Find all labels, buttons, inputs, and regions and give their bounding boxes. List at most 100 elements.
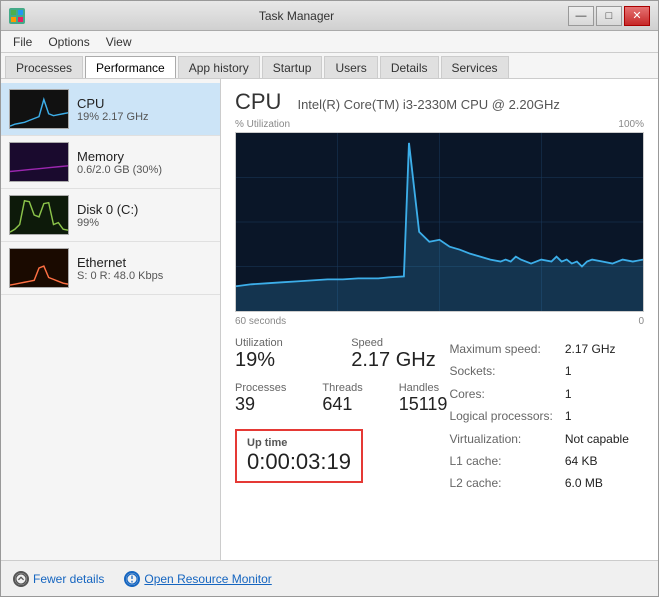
close-button[interactable]: ✕ [624,6,650,26]
cpu-name: CPU [77,96,212,111]
tab-app-history[interactable]: App history [178,56,260,78]
cpu-subtitle: Intel(R) Core(TM) i3-2330M CPU @ 2.20GHz [297,97,559,112]
detail-l1-cache: L1 cache: 64 KB [449,451,628,471]
utilization-block: Utilization 19% [235,337,331,372]
resource-disk[interactable]: Disk 0 (C:) 99% [1,189,220,242]
maximize-button[interactable]: □ [596,6,622,26]
l1-cache-label: L1 cache: [449,451,562,471]
details-table: Maximum speed: 2.17 GHz Sockets: 1 Cores… [447,337,630,496]
tab-services[interactable]: Services [441,56,509,78]
disk-name: Disk 0 (C:) [77,202,212,217]
window-title: Task Manager [25,9,568,23]
sockets-label: Sockets: [449,361,562,381]
resource-cpu[interactable]: CPU 19% 2.17 GHz [1,83,220,136]
tabs-bar: Processes Performance App history Startu… [1,53,658,79]
cpu-value: 19% 2.17 GHz [77,111,212,123]
chart-util-label: % Utilization [235,119,290,130]
menu-file[interactable]: File [5,33,40,51]
ethernet-mini-chart [9,248,69,288]
proc-thread-handle-row: Processes 39 Threads 641 Handles 15119 [235,382,447,415]
resource-memory[interactable]: Memory 0.6/2.0 GB (30%) [1,136,220,189]
resource-monitor-icon [124,571,140,587]
cpu-chart [235,132,644,312]
fewer-details-button[interactable]: Fewer details [13,571,104,587]
chart-label-bottom: 60 seconds 0 [235,316,644,327]
menu-bar: File Options View [1,31,658,53]
speed-block: Speed 2.17 GHz [351,337,447,372]
util-speed-row: Utilization 19% Speed 2.17 GHz [235,337,447,372]
ethernet-name: Ethernet [77,255,212,270]
l1-cache-value: 64 KB [565,451,629,471]
detail-logical-processors: Logical processors: 1 [449,406,628,426]
detail-virtualization: Virtualization: Not capable [449,429,628,449]
main-stats: Utilization 19% Speed 2.17 GHz [235,337,644,496]
chart-label-top: % Utilization 100% [235,119,644,130]
virtualization-label: Virtualization: [449,429,562,449]
tab-details[interactable]: Details [380,56,439,78]
handles-block: Handles 15119 [399,382,448,415]
minimize-button[interactable]: — [568,6,594,26]
menu-options[interactable]: Options [40,33,97,51]
max-speed-value: 2.17 GHz [565,339,629,359]
cores-value: 1 [565,384,629,404]
ethernet-value: S: 0 R: 48.0 Kbps [77,270,212,282]
sockets-value: 1 [565,361,629,381]
speed-value: 2.17 GHz [351,349,435,372]
l2-cache-label: L2 cache: [449,473,562,493]
handles-label: Handles [399,382,448,394]
tab-performance[interactable]: Performance [85,56,176,78]
threads-value: 641 [322,394,362,415]
app-icon [9,8,25,24]
open-resource-monitor-label: Open Resource Monitor [144,572,271,586]
main-content: CPU 19% 2.17 GHz Memory 0.6/2.0 GB (30%) [1,79,658,560]
detail-cores: Cores: 1 [449,384,628,404]
virtualization-value: Not capable [565,429,629,449]
disk-info: Disk 0 (C:) 99% [77,202,212,229]
chart-100-label: 100% [618,119,644,130]
detail-max-speed: Maximum speed: 2.17 GHz [449,339,628,359]
task-manager-window: Task Manager — □ ✕ File Options View Pro… [0,0,659,597]
memory-name: Memory [77,149,212,164]
tab-startup[interactable]: Startup [262,56,323,78]
fewer-details-icon [13,571,29,587]
processes-label: Processes [235,382,286,394]
cpu-mini-chart [9,89,69,129]
uptime-label: Up time [247,437,351,449]
cpu-info: CPU 19% 2.17 GHz [77,96,212,123]
speed-label: Speed [351,337,447,349]
memory-value: 0.6/2.0 GB (30%) [77,164,212,176]
memory-info: Memory 0.6/2.0 GB (30%) [77,149,212,176]
utilization-value: 19% [235,349,331,372]
detail-sockets: Sockets: 1 [449,361,628,381]
cpu-header: CPU Intel(R) Core(TM) i3-2330M CPU @ 2.2… [235,89,644,115]
logical-processors-label: Logical processors: [449,406,562,426]
memory-mini-chart [9,142,69,182]
chart-0-label: 0 [638,316,644,327]
processes-value: 39 [235,394,286,415]
footer: Fewer details Open Resource Monitor [1,560,658,596]
cores-label: Cores: [449,384,562,404]
resource-ethernet[interactable]: Ethernet S: 0 R: 48.0 Kbps [1,242,220,295]
right-details: Maximum speed: 2.17 GHz Sockets: 1 Cores… [447,337,644,496]
disk-mini-chart [9,195,69,235]
window-controls: — □ ✕ [568,6,650,26]
chart-60s-label: 60 seconds [235,316,286,327]
handles-value: 15119 [399,394,448,415]
tab-users[interactable]: Users [324,56,377,78]
cpu-detail-panel: CPU Intel(R) Core(TM) i3-2330M CPU @ 2.2… [221,79,658,560]
menu-view[interactable]: View [98,33,140,51]
title-bar: Task Manager — □ ✕ [1,1,658,31]
uptime-box: Up time 0:00:03:19 [235,429,363,483]
detail-l2-cache: L2 cache: 6.0 MB [449,473,628,493]
l2-cache-value: 6.0 MB [565,473,629,493]
open-resource-monitor-button[interactable]: Open Resource Monitor [124,571,271,587]
utilization-label: Utilization [235,337,331,349]
resource-list: CPU 19% 2.17 GHz Memory 0.6/2.0 GB (30%) [1,79,221,560]
processes-block: Processes 39 [235,382,286,415]
tab-processes[interactable]: Processes [5,56,83,78]
threads-label: Threads [322,382,362,394]
disk-value: 99% [77,217,212,229]
left-stats: Utilization 19% Speed 2.17 GHz [235,337,447,496]
cpu-title: CPU [235,89,281,115]
max-speed-label: Maximum speed: [449,339,562,359]
